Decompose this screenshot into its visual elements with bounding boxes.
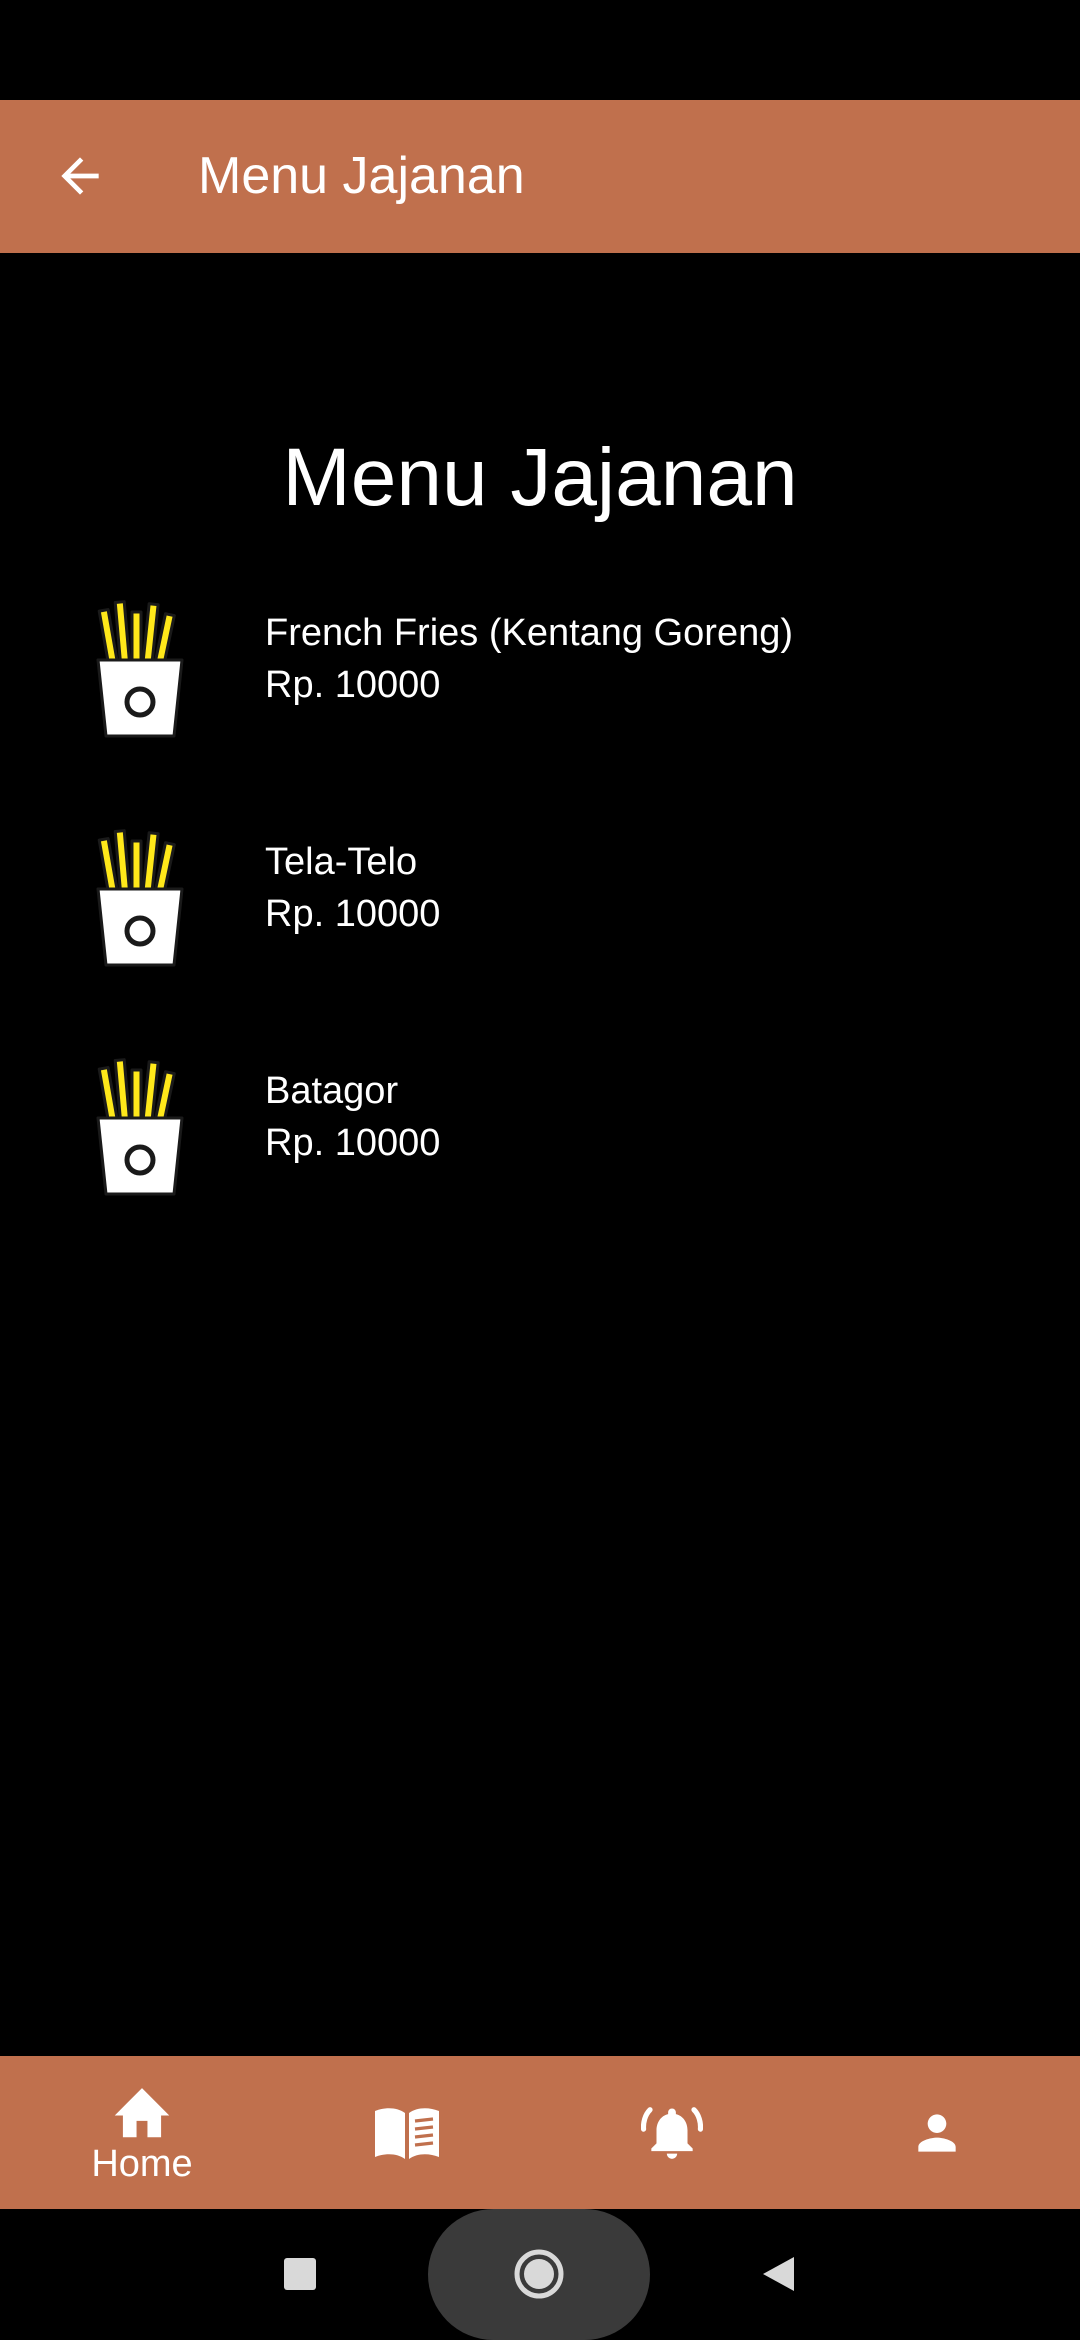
app-bar: Menu Jajanan <box>0 100 1080 253</box>
back-triangle-icon <box>763 2257 794 2291</box>
system-navigation-bar <box>0 2209 1080 2340</box>
nav-label-home: Home <box>91 2142 193 2185</box>
menu-item-name: Batagor <box>265 1070 399 1112</box>
french-fries-icon <box>96 1058 184 1196</box>
home-icon <box>114 2087 170 2137</box>
status-bar <box>0 0 1080 100</box>
menu-item-name: French Fries (Kentang Goreng) <box>265 612 794 654</box>
menu-item-french-fries[interactable]: French Fries (Kentang Goreng) Rp. 10000 <box>0 598 1080 748</box>
menu-item-price: Rp. 10000 <box>265 1122 441 1164</box>
menu-item-price: Rp. 10000 <box>265 664 441 706</box>
home-button[interactable] <box>428 2209 650 2340</box>
nav-item-profile[interactable] <box>802 2056 1072 2209</box>
recents-square-icon <box>284 2258 316 2290</box>
home-circle-icon <box>514 2249 564 2299</box>
book-icon <box>375 2107 439 2159</box>
nav-item-menu[interactable] <box>272 2056 542 2209</box>
menu-item-tela-telo[interactable]: Tela-Telo Rp. 10000 <box>0 827 1080 977</box>
menu-item-batagor[interactable]: Batagor Rp. 10000 <box>0 1056 1080 1206</box>
nav-item-home[interactable]: Home <box>7 2056 277 2209</box>
french-fries-icon <box>96 600 184 738</box>
system-back-button[interactable] <box>748 2244 808 2304</box>
back-button[interactable] <box>40 136 120 216</box>
bottom-navigation: Home <box>0 2056 1080 2209</box>
french-fries-icon <box>96 829 184 967</box>
arrow-left-icon <box>61 157 99 195</box>
bell-icon <box>641 2106 703 2159</box>
page-title: Menu Jajanan <box>282 432 798 523</box>
menu-item-price: Rp. 10000 <box>265 893 441 935</box>
nav-item-notifications[interactable] <box>537 2056 807 2209</box>
app-bar-title: Menu Jajanan <box>198 147 525 205</box>
person-icon <box>918 2113 956 2152</box>
app-screen: Menu Jajanan Menu Jajanan French Fries (… <box>0 0 1080 2340</box>
menu-item-name: Tela-Telo <box>265 841 418 883</box>
recents-button[interactable] <box>270 2244 330 2304</box>
